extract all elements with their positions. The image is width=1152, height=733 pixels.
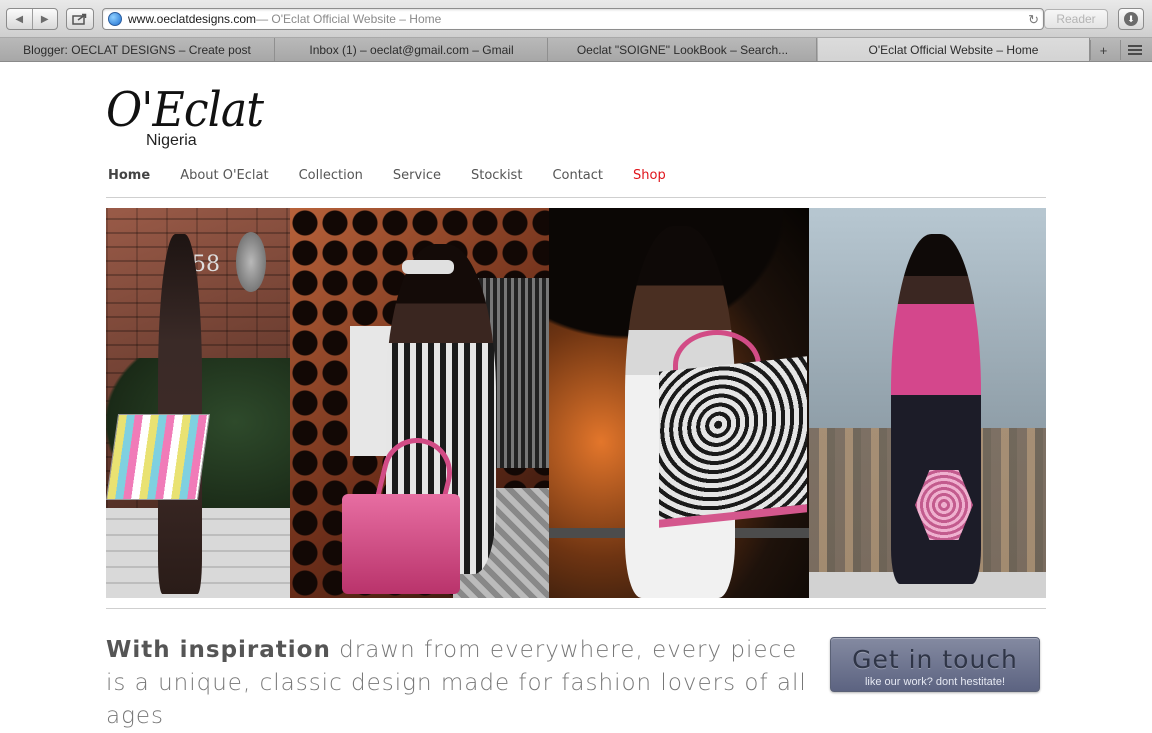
reader-button[interactable]: Reader xyxy=(1044,9,1108,29)
tab-blogger[interactable]: Blogger: OECLAT DESIGNS – Create post xyxy=(0,38,275,61)
pink-leather-bag xyxy=(342,494,460,594)
new-tab-button[interactable]: + xyxy=(1090,40,1116,60)
share-icon xyxy=(72,13,87,25)
logo-country: Nigeria xyxy=(146,132,197,149)
tab-overview-button[interactable] xyxy=(1120,40,1148,60)
cta-subtitle: like our work? dont hestitate! xyxy=(864,676,1006,688)
nav-stockist[interactable]: Stockist xyxy=(471,166,522,186)
downloads-button[interactable]: ⬇ xyxy=(1118,8,1144,30)
site-logo[interactable]: O'Eclat Nigeria xyxy=(106,80,276,158)
tab-gmail[interactable]: Inbox (1) – oeclat@gmail.com – Gmail xyxy=(276,38,548,61)
tab-oeclat-home[interactable]: O'Eclat Official Website – Home xyxy=(818,38,1090,61)
hero-photo-sunset xyxy=(549,208,809,598)
url-host: www.oeclatdesigns.com xyxy=(128,12,257,26)
hero-photo-lattice xyxy=(290,208,549,598)
hero-divider xyxy=(106,608,1046,609)
share-button[interactable] xyxy=(66,8,94,30)
download-icon: ⬇ xyxy=(1124,12,1138,26)
nav-contact[interactable]: Contact xyxy=(552,166,603,186)
forward-arrow-icon: ▶ xyxy=(40,13,49,25)
history-buttons: ◀ ▶ xyxy=(6,8,58,30)
address-bar[interactable]: www.oeclatdesigns.com — O'Eclat Official… xyxy=(102,8,1044,30)
striped-tote-bag xyxy=(106,414,211,500)
browser-toolbar: ◀ ▶ www.oeclatdesigns.com — O'Eclat Offi… xyxy=(0,0,1152,38)
logo-wordmark: O'Eclat xyxy=(106,82,264,138)
forward-button[interactable]: ▶ xyxy=(33,9,58,29)
nav-service[interactable]: Service xyxy=(393,166,441,186)
nav-collection[interactable]: Collection xyxy=(299,166,363,186)
hero-photo-brick-wall: 158 xyxy=(106,208,290,598)
url-page-title: — O'Eclat Official Website – Home xyxy=(256,12,442,26)
back-arrow-icon: ◀ xyxy=(15,13,24,25)
tab-lookbook-search[interactable]: Oeclat "SOIGNE" LookBook – Search... xyxy=(549,38,817,61)
hero-photo-hilltop xyxy=(809,208,1046,598)
globe-icon xyxy=(108,12,122,26)
tagline: With inspiration drawn from everywhere, … xyxy=(106,634,816,733)
tab-list-icon xyxy=(1127,45,1142,55)
tab-bar: Blogger: OECLAT DESIGNS – Create post In… xyxy=(0,38,1152,62)
nav-home[interactable]: Home xyxy=(108,166,150,186)
back-button[interactable]: ◀ xyxy=(7,9,33,29)
tagline-bold: With inspiration xyxy=(106,637,331,663)
web-page: O'Eclat Nigeria Home About O'Eclat Colle… xyxy=(0,62,1152,729)
hero-banner[interactable]: 158 xyxy=(106,208,1046,598)
nav-shop[interactable]: Shop xyxy=(633,166,666,186)
main-nav: Home About O'Eclat Collection Service St… xyxy=(108,166,696,186)
get-in-touch-button[interactable]: Get in touch like our work? dont hestita… xyxy=(830,637,1040,692)
nav-about[interactable]: About O'Eclat xyxy=(180,166,268,186)
print-tote-bag xyxy=(659,356,807,528)
reload-icon[interactable]: ↻ xyxy=(1028,12,1039,28)
cta-title: Get in touch xyxy=(852,645,1018,674)
nav-divider xyxy=(106,197,1046,198)
